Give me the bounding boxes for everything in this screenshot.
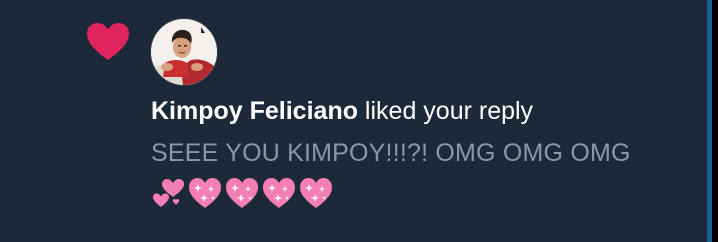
sparkling-heart-icon <box>300 178 332 208</box>
sparkling-heart-icon <box>263 178 295 208</box>
reply-text[interactable]: SEEE YOU KIMPOY!!!?! OMG OMG OMG <box>151 138 631 168</box>
sparkling-heart-icon <box>226 178 258 208</box>
notification-headline: Kimpoy Feliciano liked your reply <box>151 96 533 126</box>
two-hearts-icon <box>153 179 184 207</box>
avatar[interactable] <box>151 19 217 85</box>
notification-action: liked your reply <box>357 97 534 125</box>
heart-icon <box>87 23 129 60</box>
window-edge <box>712 0 718 242</box>
like-notification[interactable]: Kimpoy Feliciano liked your reply SEEE Y… <box>0 0 707 242</box>
emoji-row <box>151 176 336 210</box>
avatar-photo <box>151 19 217 85</box>
actor-name[interactable]: Kimpoy Feliciano <box>151 97 358 125</box>
notification-screen: Kimpoy Feliciano liked your reply SEEE Y… <box>0 0 718 242</box>
sparkling-heart-icon <box>189 178 221 208</box>
